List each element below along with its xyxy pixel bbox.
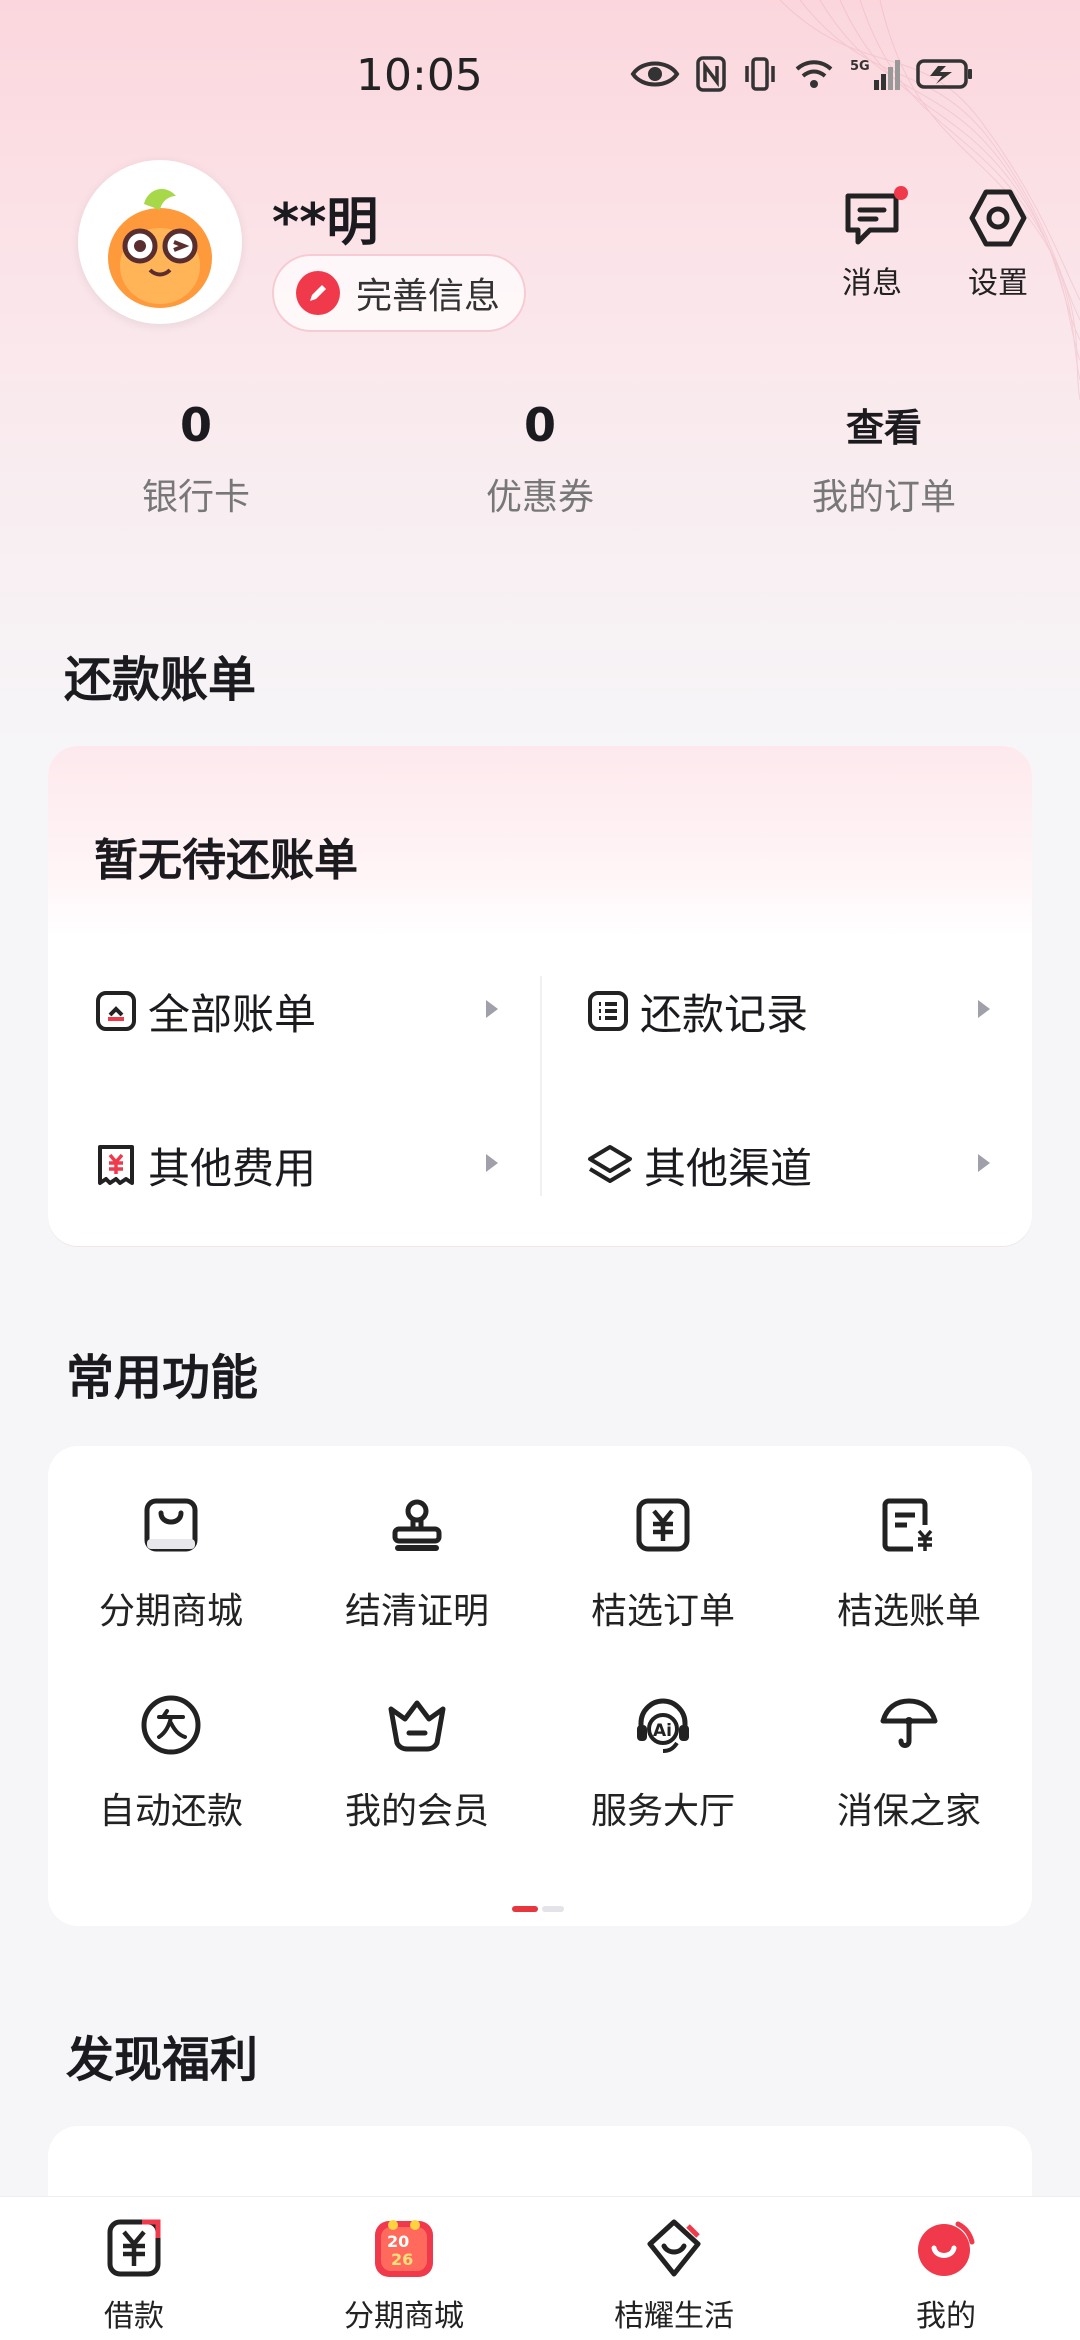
repay-item-other-channels[interactable]: 其他渠道 — [540, 1090, 1032, 1240]
unread-dot — [894, 186, 908, 200]
func-label: 自动还款 — [98, 1791, 243, 1832]
tab-label: 分期商城 — [344, 2299, 464, 2334]
stat-value: 查看 — [845, 406, 922, 450]
func-label: 服务大厅 — [590, 1791, 735, 1832]
complete-info-button[interactable]: 完善信息 — [272, 254, 527, 332]
status-time: 10:05 — [356, 50, 483, 101]
welfare-section-title: 发现福利 — [66, 2032, 259, 2088]
mascot-avatar-icon — [108, 189, 212, 308]
messages-button[interactable]: 消息 — [822, 186, 922, 302]
func-installment-mall[interactable]: 分期商城 — [48, 1480, 294, 1670]
stamp-icon — [294, 1480, 540, 1570]
func-settlement-proof[interactable]: 结清证明 — [294, 1480, 540, 1670]
func-label: 桔选账单 — [836, 1591, 981, 1632]
page-indicator-inactive — [542, 1906, 564, 1912]
me-icon — [846, 2211, 1046, 2285]
tab-me[interactable]: 我的 — [846, 2211, 1046, 2335]
settings-label: 设置 — [968, 266, 1028, 301]
eye-icon — [630, 61, 680, 87]
stat-value: 0 — [179, 398, 212, 452]
pencil-icon — [296, 271, 340, 315]
settings-button[interactable]: 设置 — [948, 186, 1048, 302]
tab-label: 我的 — [916, 2299, 976, 2334]
repay-item-other-fees[interactable]: 其他费用 — [48, 1090, 540, 1240]
repay-section-title: 还款账单 — [64, 652, 257, 708]
svg-text:Ai: Ai — [653, 1721, 672, 1741]
stat-coupons[interactable]: 0 优惠券 — [420, 398, 660, 520]
repay-item-label: 全部账单 — [148, 989, 317, 1039]
yuan-bill-icon — [786, 1480, 1032, 1570]
svg-text:20: 20 — [387, 2232, 409, 2251]
complete-info-label: 完善信息 — [356, 276, 501, 317]
stat-bank-cards[interactable]: 0 银行卡 — [76, 398, 316, 520]
nfc-icon — [696, 56, 726, 92]
list-icon — [586, 989, 630, 1033]
username: **明 — [272, 193, 379, 253]
mall-2026-icon: 20 26 — [304, 2211, 504, 2285]
func-selected-orders[interactable]: 桔选订单 — [540, 1480, 786, 1670]
stat-caption: 我的订单 — [811, 477, 956, 518]
tab-installment-mall[interactable]: 20 26 分期商城 — [304, 2211, 504, 2335]
tab-juyao-life[interactable]: 桔耀生活 — [574, 2211, 774, 2335]
layers-icon — [586, 1143, 634, 1187]
func-my-membership[interactable]: 我的会员 — [294, 1680, 540, 1870]
svg-text:26: 26 — [391, 2250, 413, 2269]
func-label: 结清证明 — [344, 1591, 489, 1632]
func-service-hall[interactable]: Ai 服务大厅 — [540, 1680, 786, 1870]
ai-headset-icon: Ai — [540, 1680, 786, 1770]
functions-card: 分期商城 结清证明 桔选订单 桔选账单 自动还款 我的会员 Ai 服务大厅 消保… — [48, 1446, 1032, 1926]
bottom-tab-bar: 借款 20 26 分期商城 桔耀生活 我的 — [0, 2196, 1080, 2340]
auto-repay-icon — [48, 1680, 294, 1770]
repay-item-label: 还款记录 — [640, 989, 809, 1039]
life-icon — [574, 2211, 774, 2285]
func-consumer-protection[interactable]: 消保之家 — [786, 1680, 1032, 1870]
status-bar: 10:05 5G — [0, 50, 1080, 110]
yuan-order-icon — [540, 1480, 786, 1570]
stat-caption: 银行卡 — [141, 477, 250, 518]
battery-icon — [916, 59, 972, 89]
func-label: 桔选订单 — [590, 1591, 735, 1632]
umbrella-icon — [786, 1680, 1032, 1770]
svg-text:5G: 5G — [850, 59, 870, 74]
repay-item-label: 其他费用 — [148, 1143, 317, 1193]
functions-section-title: 常用功能 — [66, 1350, 259, 1406]
vibrate-icon — [745, 57, 775, 91]
chevron-right-icon — [978, 1154, 990, 1172]
bag-icon — [48, 1480, 294, 1570]
chevron-right-icon — [486, 1000, 498, 1018]
tab-label: 借款 — [104, 2299, 164, 2334]
stat-caption: 优惠券 — [485, 477, 594, 518]
stat-my-orders[interactable]: 查看 我的订单 — [764, 398, 1004, 520]
repay-item-label: 其他渠道 — [644, 1143, 813, 1193]
receipt-icon — [94, 1143, 138, 1187]
tab-loan[interactable]: 借款 — [34, 2211, 234, 2335]
bill-icon — [94, 989, 138, 1033]
chevron-right-icon — [486, 1154, 498, 1172]
repay-item-repay-records[interactable]: 还款记录 — [540, 936, 1032, 1086]
func-auto-repay[interactable]: 自动还款 — [48, 1680, 294, 1870]
loan-icon — [34, 2211, 234, 2285]
page-indicator — [512, 1906, 564, 1912]
gear-icon — [969, 189, 1027, 247]
avatar[interactable] — [78, 160, 242, 324]
repay-item-all-bills[interactable]: 全部账单 — [48, 936, 540, 1086]
wifi-icon — [795, 60, 833, 88]
chevron-right-icon — [978, 1000, 990, 1018]
func-label: 消保之家 — [836, 1791, 981, 1832]
func-label: 我的会员 — [344, 1791, 489, 1832]
tab-label: 桔耀生活 — [614, 2299, 734, 2334]
stat-value: 0 — [523, 398, 556, 452]
func-label: 分期商城 — [98, 1591, 243, 1632]
func-selected-bills[interactable]: 桔选账单 — [786, 1480, 1032, 1670]
crown-icon — [294, 1680, 540, 1770]
repay-empty-text: 暂无待还账单 — [48, 746, 1032, 936]
messages-label: 消息 — [842, 266, 902, 301]
signal-icon: 5G — [850, 59, 900, 90]
repay-card: 暂无待还账单 全部账单 还款记录 其他费用 其他渠道 — [48, 746, 1032, 1246]
page-indicator-active — [512, 1906, 538, 1912]
